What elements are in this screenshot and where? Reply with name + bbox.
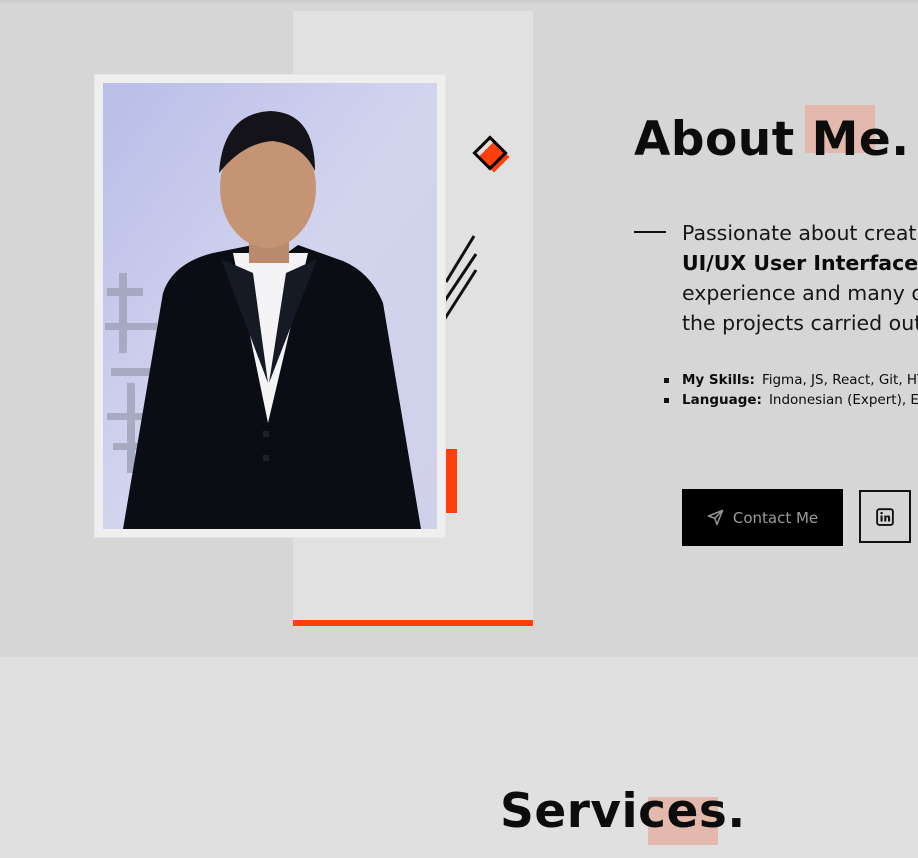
intro-dash (634, 231, 666, 233)
contact-me-label: Contact Me (732, 508, 819, 527)
description-line: the projects carried out (682, 311, 918, 335)
description-highlight: UI/UX User Interface (682, 251, 918, 275)
slash-lines-decoration (442, 235, 478, 321)
contact-me-button[interactable]: Contact Me (682, 489, 843, 546)
diamond-decoration-icon (472, 135, 510, 173)
language-value: Indonesian (Expert), English (768, 392, 918, 408)
description-line: experience and many of (682, 281, 918, 305)
linkedin-button[interactable] (859, 490, 911, 543)
profile-photo (103, 83, 437, 529)
services-section (0, 657, 918, 858)
description-line: Passionate about creating (682, 221, 918, 245)
skills-value: Figma, JS, React, Git, HTML (761, 372, 918, 388)
top-shadow (0, 0, 918, 4)
language-item: Language: Indonesian (Expert), English (664, 390, 918, 410)
description-line-bold: UI/UX User Interface (682, 248, 918, 278)
about-title: About Me. (634, 112, 910, 167)
accent-underline (293, 620, 533, 626)
send-icon (707, 509, 724, 526)
linkedin-icon (876, 507, 894, 526)
skills-item: My Skills: Figma, JS, React, Git, HTML (664, 370, 918, 390)
language-label: Language: (682, 392, 762, 408)
skills-list: My Skills: Figma, JS, React, Git, HTML La… (664, 370, 918, 410)
accent-bar (445, 449, 457, 513)
services-title: Services. (500, 784, 746, 839)
skills-label: My Skills: (682, 372, 755, 388)
about-description: Passionate about creating UI/UX User Int… (682, 218, 918, 338)
